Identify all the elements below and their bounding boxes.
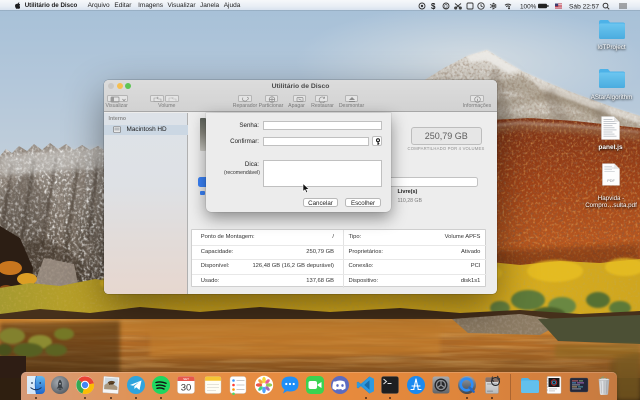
svg-text:30: 30 xyxy=(181,382,192,393)
svg-text:$: $ xyxy=(431,2,436,10)
svg-text:100%: 100% xyxy=(520,3,537,9)
svg-text:PDF: PDF xyxy=(607,179,615,183)
svg-text:Sáb 22:57: Sáb 22:57 xyxy=(569,3,599,9)
svg-text:0: 0 xyxy=(444,4,448,10)
svg-text:SET: SET xyxy=(183,377,189,381)
